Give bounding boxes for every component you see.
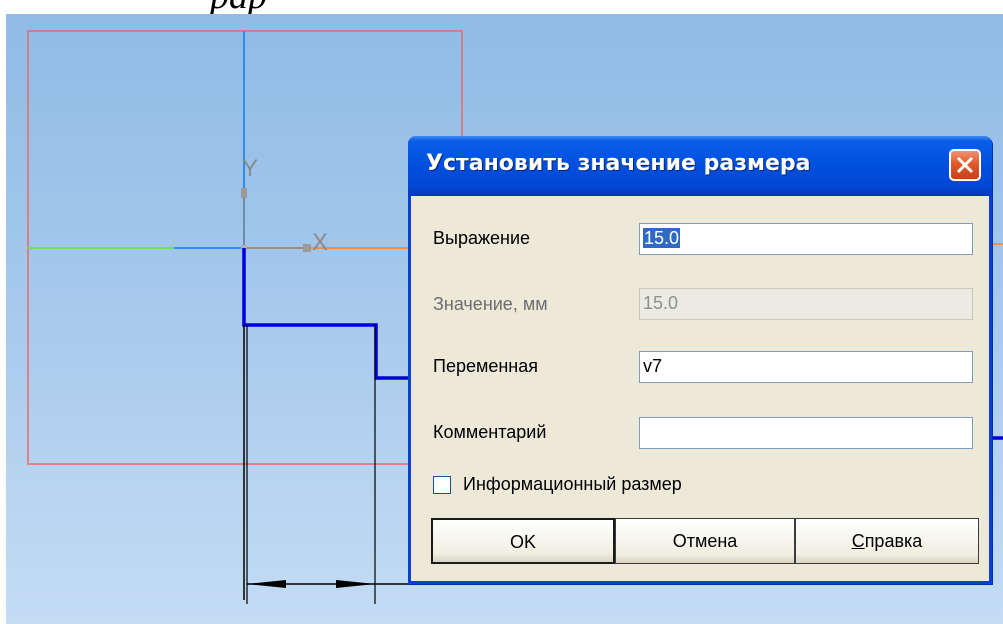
top-strip: рар <box>0 0 1003 14</box>
close-icon <box>956 156 974 174</box>
cancel-button[interactable]: Отмена <box>615 518 795 564</box>
close-button[interactable] <box>949 149 981 181</box>
dialog-titlebar[interactable]: Установить значение размера <box>408 136 992 196</box>
value-mm-label: Значение, мм <box>433 294 548 314</box>
info-dimension-checkbox[interactable] <box>433 476 451 494</box>
dimension-arrow-right <box>336 580 375 588</box>
ok-button[interactable]: OK <box>431 518 615 564</box>
info-dimension-label: Информационный размер <box>463 474 682 494</box>
expression-input[interactable]: 15.0 <box>639 223 973 255</box>
comment-input[interactable] <box>639 417 973 449</box>
set-dimension-dialog[interactable]: Установить значение размера Выражение 15… <box>408 136 992 584</box>
y-axis-label: Y <box>242 155 258 182</box>
caption-fragment: рар <box>210 0 267 14</box>
value-mm-field: 15.0 <box>639 288 973 320</box>
sketch-contour <box>242 248 426 380</box>
variable-label: Переменная <box>433 356 538 376</box>
help-button[interactable]: Справка <box>795 518 979 564</box>
x-axis-label: X <box>312 229 328 256</box>
dialog-title: Установить значение размера <box>426 151 811 176</box>
expression-label: Выражение <box>433 228 531 248</box>
dimension-arrow-left <box>247 580 286 588</box>
comment-label: Комментарий <box>433 422 547 442</box>
expression-value: 15.0 <box>643 228 681 248</box>
variable-input[interactable]: v7 <box>639 351 973 383</box>
